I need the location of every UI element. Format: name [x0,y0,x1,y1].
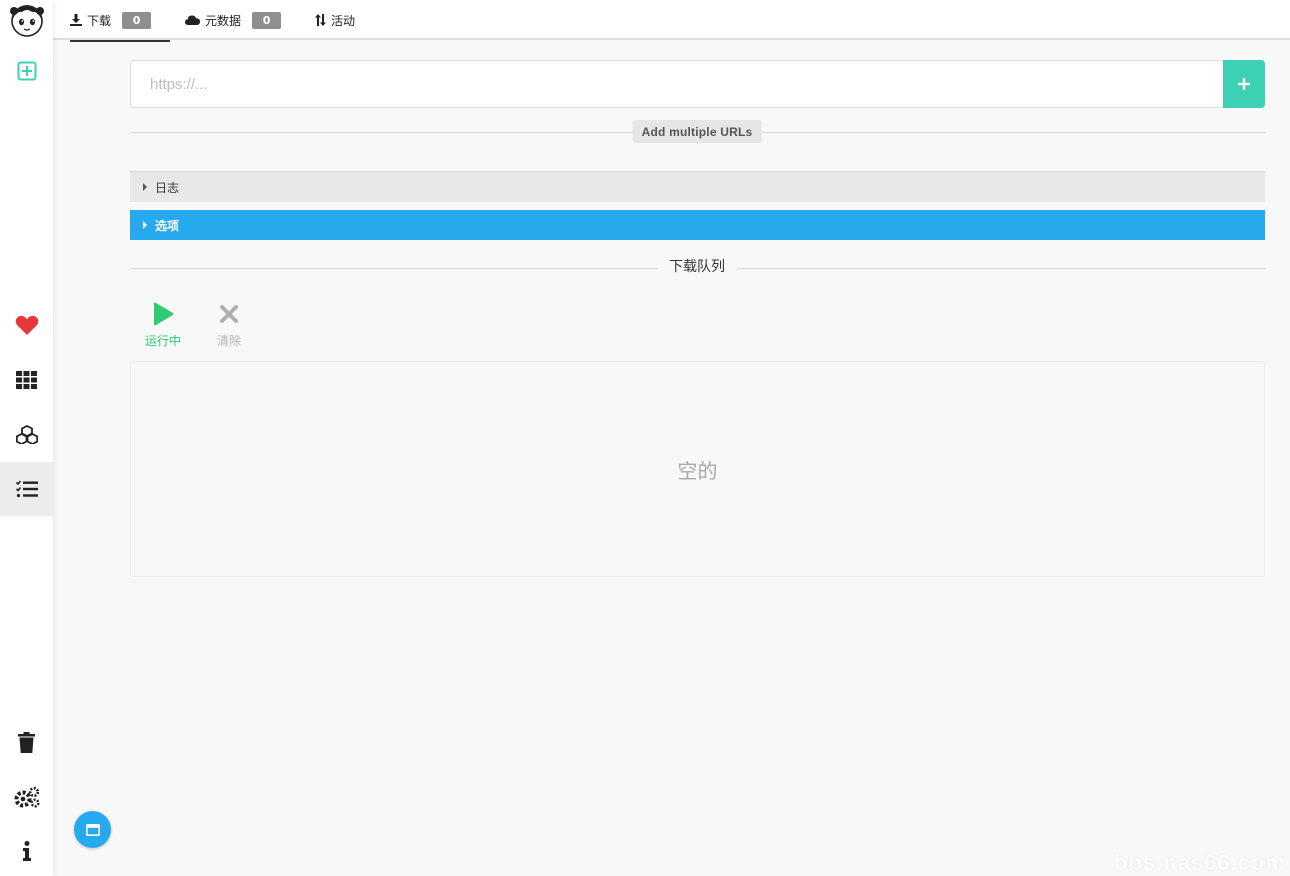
add-url-button[interactable] [1223,60,1265,108]
multi-url-label-wrap: Add multiple URLs [632,120,762,143]
heart-icon [15,315,38,335]
sidebar [0,0,53,876]
tab-download-label: 下载 [87,13,112,28]
caret-right-icon [143,183,147,191]
settings-button[interactable] [0,770,53,824]
url-input[interactable] [130,60,1223,108]
log-panel-toggle[interactable]: 日志 [130,171,1265,202]
running-button[interactable]: 运行中 [141,302,185,349]
sort-arrows-icon [315,14,326,26]
packages-button[interactable] [0,407,53,461]
favorites-button[interactable] [0,298,53,352]
queue-list: 空的 [130,361,1265,577]
queue-title: 下载队列 [657,256,737,276]
log-panel-label: 日志 [155,180,180,195]
running-label: 运行中 [144,334,181,348]
metadata-count-badge: 0 [252,11,282,29]
gears-icon [14,786,40,808]
tab-metadata-label: 元数据 [205,13,242,28]
watermark: bbs.nas66.com [1114,850,1286,875]
cloud-icon [185,15,200,25]
cubes-icon [15,424,38,444]
tab-activity-label: 活动 [331,13,356,28]
url-input-group [130,60,1265,108]
empty-state-text: 空的 [677,458,718,483]
plus-icon [1238,78,1250,90]
clear-button[interactable]: 清除 [211,302,247,349]
options-panel-toggle[interactable]: 选项 [130,210,1265,240]
info-button[interactable] [0,824,53,876]
queue-title-wrap: 下载队列 [657,256,737,276]
add-multiple-urls-button[interactable]: Add multiple URLs [632,120,762,143]
caret-right-icon [143,221,147,229]
tab-bar: 下载 0 元数据 0 活动 [53,0,1290,42]
plus-square-icon [17,61,36,81]
avatar-logo[interactable] [0,0,53,40]
close-icon [220,305,238,323]
trash-icon [18,731,35,753]
info-icon [22,841,31,861]
play-icon [154,302,174,326]
add-download-button[interactable] [0,44,53,98]
apps-grid-button[interactable] [0,353,53,407]
download-count-badge: 0 [122,11,152,29]
tab-metadata[interactable]: 元数据 0 [185,0,282,40]
window-icon [85,823,100,836]
list-check-icon [15,480,38,498]
tab-download[interactable]: 下载 0 [70,0,170,42]
grid-icon [16,371,37,389]
clear-label: 清除 [216,334,241,348]
options-panel-label: 选项 [155,218,180,233]
window-toggle-button[interactable] [74,811,111,848]
trash-button[interactable] [0,715,53,769]
task-list-button[interactable] [0,462,53,516]
anime-girl-avatar-icon [9,5,44,37]
download-icon [70,14,82,26]
tab-activity[interactable]: 活动 [315,0,355,40]
